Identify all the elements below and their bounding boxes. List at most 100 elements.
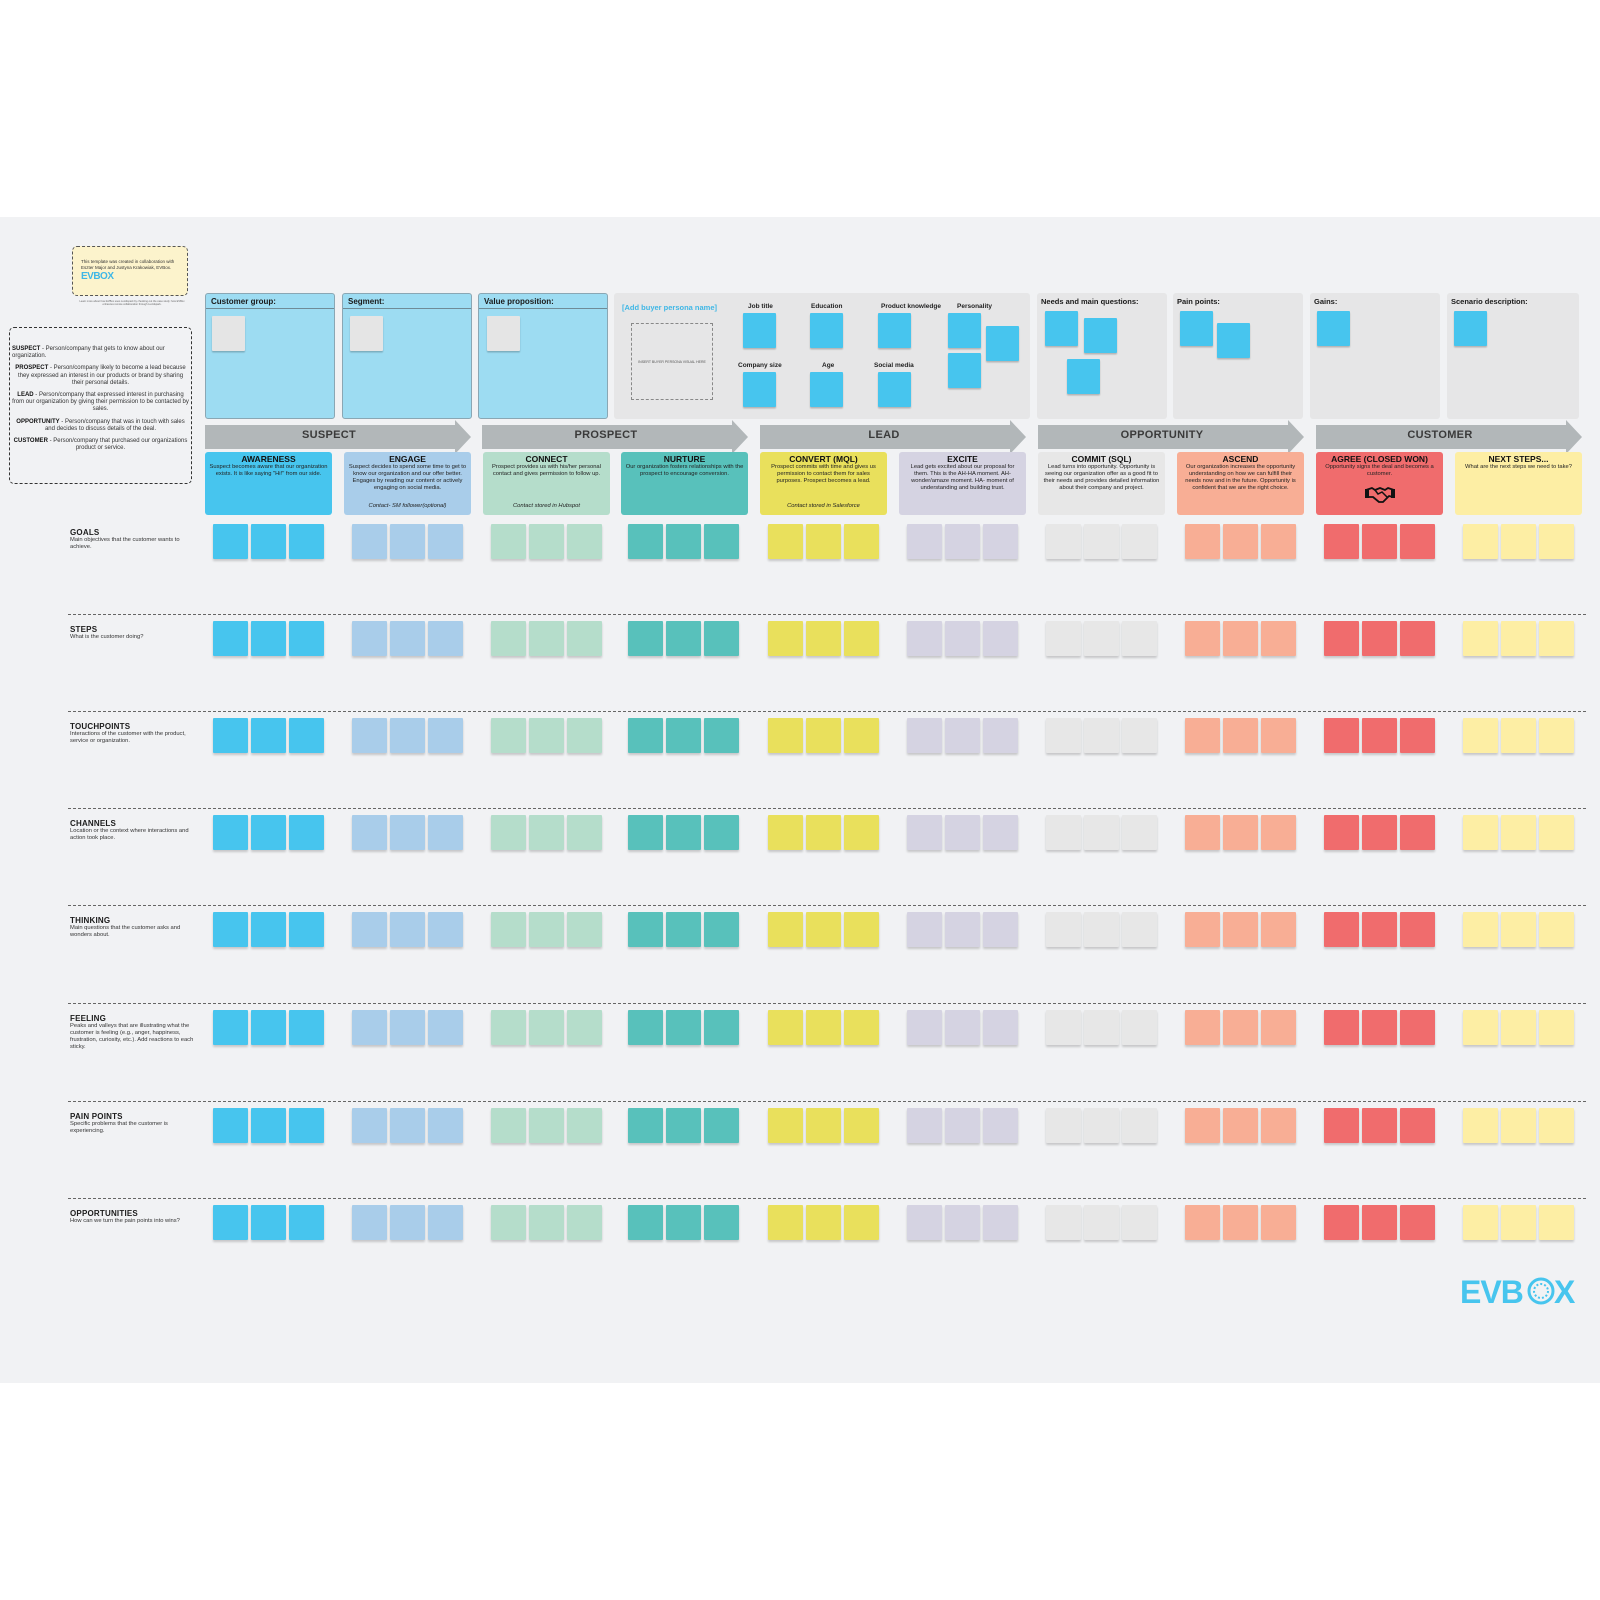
sticky-note[interactable] xyxy=(390,815,425,850)
sticky-note[interactable] xyxy=(567,1205,602,1240)
sticky-note[interactable] xyxy=(844,1010,879,1045)
sticky-note[interactable] xyxy=(390,621,425,656)
sticky-note[interactable] xyxy=(1317,311,1350,346)
sticky-note[interactable] xyxy=(1046,815,1081,850)
sticky-note[interactable] xyxy=(1122,815,1157,850)
sticky-note[interactable] xyxy=(1539,718,1574,753)
sticky-note[interactable] xyxy=(567,912,602,947)
sticky-note[interactable] xyxy=(1400,1108,1435,1143)
sticky-note[interactable] xyxy=(1046,1205,1081,1240)
sticky-note[interactable] xyxy=(352,1010,387,1045)
sticky-note[interactable] xyxy=(213,621,248,656)
sticky-note[interactable] xyxy=(529,815,564,850)
sticky-note[interactable] xyxy=(666,1108,701,1143)
sticky-note[interactable] xyxy=(491,1010,526,1045)
sticky-note[interactable] xyxy=(491,815,526,850)
sticky-note[interactable] xyxy=(251,1108,286,1143)
sticky-note[interactable] xyxy=(1223,621,1258,656)
sticky-note[interactable] xyxy=(844,1205,879,1240)
sticky-note[interactable] xyxy=(945,1205,980,1240)
sticky-note[interactable] xyxy=(428,815,463,850)
sticky-note[interactable] xyxy=(352,1205,387,1240)
sticky-note[interactable] xyxy=(1400,524,1435,559)
sticky-note[interactable] xyxy=(491,912,526,947)
sticky-note[interactable] xyxy=(251,1205,286,1240)
sticky-note[interactable] xyxy=(628,1010,663,1045)
sticky-note[interactable] xyxy=(948,353,981,388)
sticky-note[interactable] xyxy=(1223,815,1258,850)
sticky-note[interactable] xyxy=(628,524,663,559)
sticky-note[interactable] xyxy=(1084,1205,1119,1240)
sticky-note[interactable] xyxy=(213,815,248,850)
sticky-note[interactable] xyxy=(1261,815,1296,850)
sticky-note[interactable] xyxy=(704,815,739,850)
sticky-note[interactable] xyxy=(907,621,942,656)
sticky-note[interactable] xyxy=(704,912,739,947)
sticky-note[interactable] xyxy=(704,1010,739,1045)
sticky-note[interactable] xyxy=(945,815,980,850)
sticky-note[interactable] xyxy=(1046,524,1081,559)
sticky-note[interactable] xyxy=(1045,311,1078,346)
sticky-note[interactable] xyxy=(428,1108,463,1143)
stage-glossary[interactable]: SUSPECT - Person/company that gets to kn… xyxy=(9,327,192,484)
sticky-note[interactable] xyxy=(1084,1108,1119,1143)
sticky-note[interactable] xyxy=(491,621,526,656)
value-proposition-panel[interactable]: Value proposition: xyxy=(478,293,608,419)
sticky-note[interactable] xyxy=(1324,524,1359,559)
sticky-note[interactable] xyxy=(213,524,248,559)
sticky-note[interactable] xyxy=(390,1205,425,1240)
sticky-note[interactable] xyxy=(704,524,739,559)
sticky-note[interactable] xyxy=(1463,1205,1498,1240)
sticky-note[interactable] xyxy=(1084,912,1119,947)
sticky-note[interactable] xyxy=(1324,718,1359,753)
phase-card-agree-closed-won[interactable]: AGREE (CLOSED WON) Opportunity signs the … xyxy=(1316,452,1443,515)
sticky-note[interactable] xyxy=(1261,912,1296,947)
sticky-note[interactable] xyxy=(768,524,803,559)
sticky-note[interactable] xyxy=(1463,621,1498,656)
sticky-note[interactable] xyxy=(1362,718,1397,753)
sticky-note[interactable] xyxy=(666,1205,701,1240)
sticky-note[interactable] xyxy=(1324,621,1359,656)
phase-card-engage[interactable]: ENGAGE Suspect decides to spend some time… xyxy=(344,452,471,515)
sticky-note[interactable] xyxy=(983,912,1018,947)
sticky-note[interactable] xyxy=(1185,815,1220,850)
sticky-note[interactable] xyxy=(1223,718,1258,753)
sticky-note[interactable] xyxy=(768,912,803,947)
sticky-note[interactable] xyxy=(213,1010,248,1045)
sticky-note[interactable] xyxy=(945,1108,980,1143)
sticky-note[interactable] xyxy=(983,524,1018,559)
sticky-note[interactable] xyxy=(1084,621,1119,656)
phase-card-nurture[interactable]: NURTURE Our organization fosters relation… xyxy=(621,452,748,515)
sticky-note[interactable] xyxy=(289,1010,324,1045)
phase-card-connect[interactable]: CONNECT Prospect provides us with his/her… xyxy=(483,452,610,515)
sticky-note[interactable] xyxy=(1501,621,1536,656)
sticky-note[interactable] xyxy=(1046,912,1081,947)
sticky-note[interactable] xyxy=(487,316,520,351)
sticky-note[interactable] xyxy=(428,912,463,947)
sticky-note[interactable] xyxy=(428,718,463,753)
sticky-note[interactable] xyxy=(428,1010,463,1045)
sticky-note[interactable] xyxy=(567,1108,602,1143)
sticky-note[interactable] xyxy=(1362,1108,1397,1143)
sticky-note[interactable] xyxy=(1539,1205,1574,1240)
sticky-note[interactable] xyxy=(945,718,980,753)
sticky-note[interactable] xyxy=(907,718,942,753)
sticky-note[interactable] xyxy=(768,1205,803,1240)
sticky-note[interactable] xyxy=(1463,815,1498,850)
segment-panel[interactable]: Segment: xyxy=(342,293,472,419)
sticky-note[interactable] xyxy=(1400,621,1435,656)
sticky-note[interactable] xyxy=(1501,912,1536,947)
sticky-note[interactable] xyxy=(844,524,879,559)
sticky-note[interactable] xyxy=(1362,912,1397,947)
sticky-note[interactable] xyxy=(806,621,841,656)
sticky-note[interactable] xyxy=(844,621,879,656)
sticky-note[interactable] xyxy=(390,718,425,753)
sticky-note[interactable] xyxy=(1217,323,1250,358)
customer-group-panel[interactable]: Customer group: xyxy=(205,293,335,419)
sticky-note[interactable] xyxy=(983,718,1018,753)
sticky-note[interactable] xyxy=(213,912,248,947)
sticky-note[interactable] xyxy=(743,313,776,348)
sticky-note[interactable] xyxy=(1046,1010,1081,1045)
sticky-note[interactable] xyxy=(428,621,463,656)
sticky-note[interactable] xyxy=(1501,718,1536,753)
